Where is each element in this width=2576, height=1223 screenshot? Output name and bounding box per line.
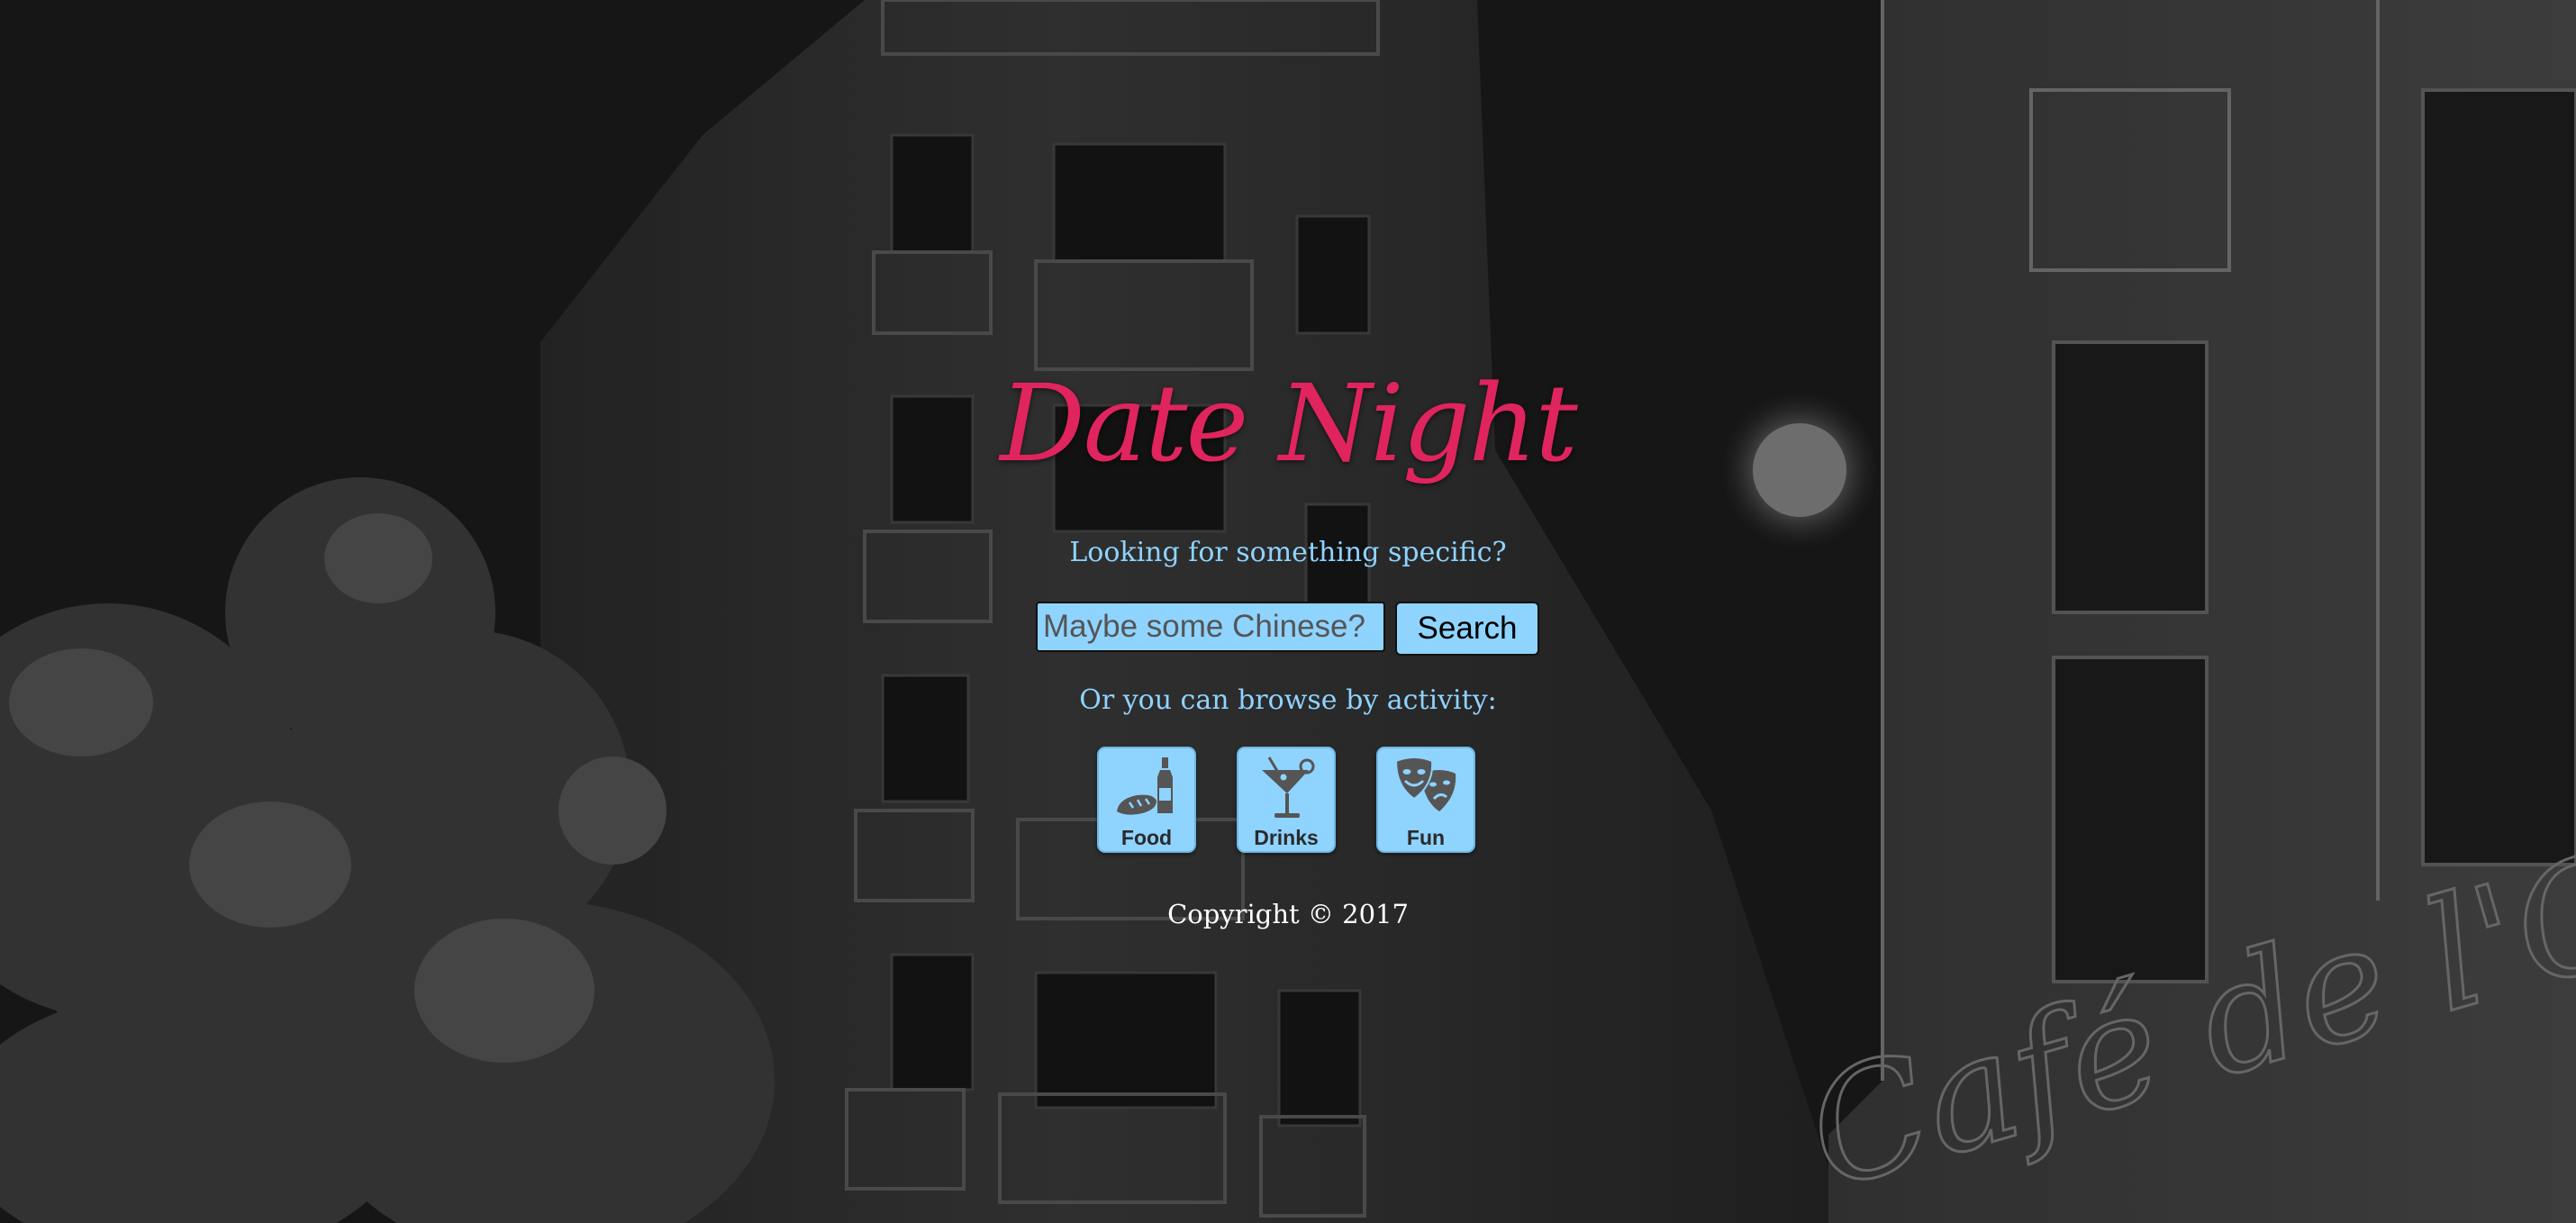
page-title: Date Night xyxy=(1000,361,1578,485)
browse-prompt: Or you can browse by activity: xyxy=(1079,684,1497,716)
theater-masks-icon xyxy=(1394,756,1456,811)
search-button[interactable]: Search xyxy=(1395,602,1539,656)
bread-wine-icon xyxy=(1117,757,1173,815)
cocktail-icon xyxy=(1262,756,1315,818)
activity-label: Fun xyxy=(1406,826,1446,849)
copyright-text: Copyright © 2017 xyxy=(1167,899,1409,929)
activity-label: Food xyxy=(1120,826,1173,849)
activity-label: Drinks xyxy=(1254,826,1319,849)
activity-drinks-button[interactable]: Drinks xyxy=(1237,747,1336,853)
activity-fun-button[interactable]: Fun xyxy=(1376,747,1475,853)
activity-food-button[interactable]: Food xyxy=(1097,747,1196,853)
search-prompt: Looking for something specific? xyxy=(1069,537,1507,568)
hero: Date Night Looking for something specifi… xyxy=(0,0,2576,1223)
search-input[interactable] xyxy=(1036,602,1385,652)
